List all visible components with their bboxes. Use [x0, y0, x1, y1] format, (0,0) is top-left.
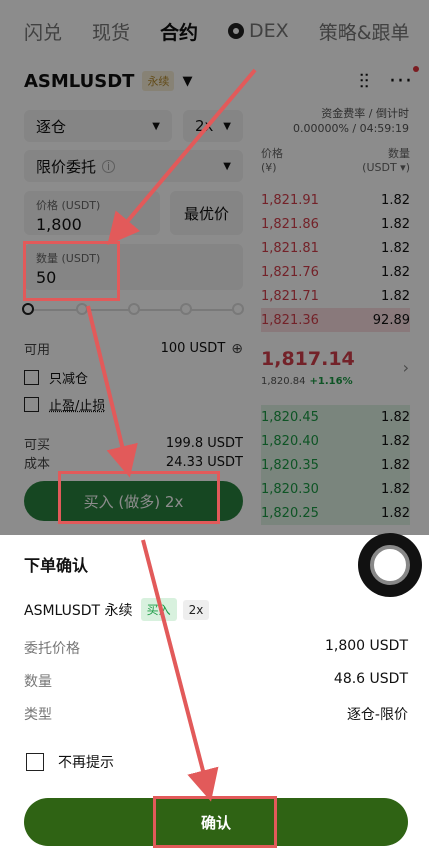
confirm-row-value: 48.6 USDT [333, 671, 408, 687]
confirm-row: 类型 逐仓-限价 [24, 704, 408, 724]
dont-show-again-label: 不再提示 [58, 755, 114, 771]
confirm-row: 数量 48.6 USDT [24, 671, 408, 691]
confirm-row-value: 1,800 USDT [325, 638, 408, 654]
highlight-buy-button [58, 471, 220, 524]
close-icon[interactable] [358, 533, 422, 597]
confirm-row: 委托价格 1,800 USDT [24, 638, 408, 658]
dont-show-again-checkbox[interactable] [26, 753, 44, 771]
sheet-title: 下单确认 [24, 556, 89, 575]
side-badge: 买入 [140, 598, 177, 621]
confirm-row-value: 逐仓-限价 [346, 707, 408, 723]
highlight-confirm-button [153, 796, 277, 848]
confirm-row-key: 类型 [24, 707, 52, 723]
confirm-symbol: ASMLUSDT 永续 [24, 602, 133, 619]
dont-show-again-row[interactable]: 不再提示 [26, 752, 114, 772]
highlight-quantity [23, 241, 120, 301]
trading-page: 闪兑 现货 合约 DEX 策略&跟单 ASMLUSDT 永续 ▼ ⫶⫶ ··· … [0, 0, 429, 855]
confirm-symbol-row: ASMLUSDT 永续 买入 2x [24, 598, 210, 621]
confirm-row-key: 委托价格 [24, 641, 80, 657]
confirm-row-key: 数量 [24, 674, 52, 690]
leverage-badge: 2x [182, 599, 210, 620]
